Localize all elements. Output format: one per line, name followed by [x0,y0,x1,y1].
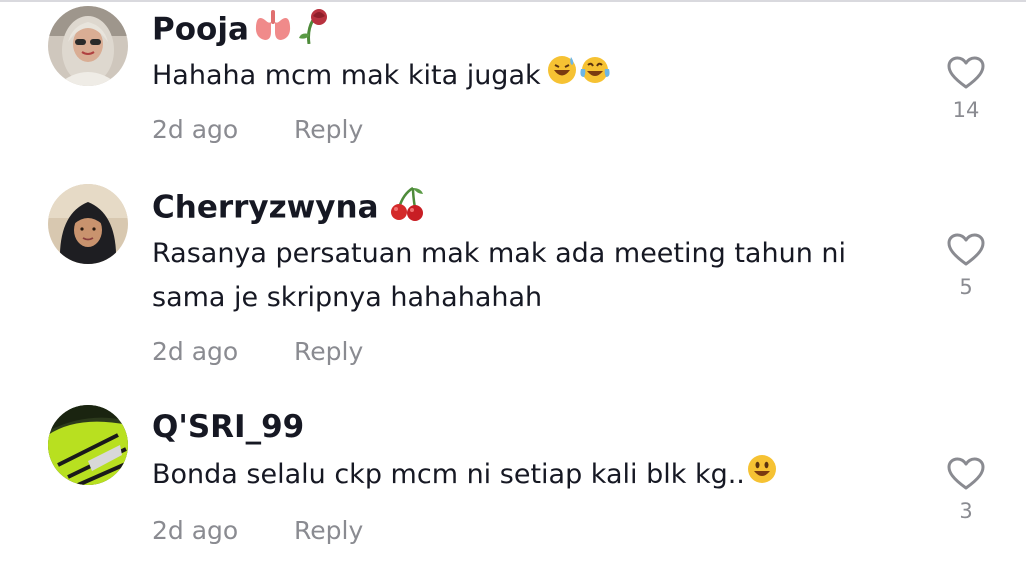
comment-text: Hahaha mcm mak kita jugak [152,54,872,99]
comment-text-content: Hahaha mcm mak kita jugak [152,60,541,91]
avatar[interactable] [48,405,128,485]
comment-meta: 2d ago Reply [152,515,363,547]
comment-text: Rasanya persatuan mak mak ada meeting ta… [152,232,872,320]
comment-item: Pooja Hahaha mcm mak kita jugak 2d ago R… [0,0,1026,170]
cherries-emoji-icon [389,186,425,232]
avatar[interactable] [48,6,128,86]
username[interactable]: Pooja [152,8,331,54]
like-count: 14 [952,98,980,122]
comment-item: Cherryzwyna Rasanya persatuan mak mak ad… [0,170,1026,395]
comment-text-content: Rasanya persatuan mak mak ada meeting ta… [152,238,846,313]
like-button[interactable]: 14 [940,56,992,122]
like-button[interactable]: 3 [940,457,992,523]
comment-text: Bonda selalu ckp mcm ni setiap kali blk … [152,453,872,498]
comment-text-content: Bonda selalu ckp mcm ni setiap kali blk … [152,459,745,490]
reply-button[interactable]: Reply [294,336,363,368]
comment-item: Q'SRI_99 Bonda selalu ckp mcm ni setiap … [0,395,1026,566]
tears-of-joy-emoji-icon [579,55,611,99]
reply-button[interactable]: Reply [294,515,363,547]
timestamp: 2d ago [152,516,239,545]
reply-button[interactable]: Reply [294,114,363,146]
grinning-sweat-emoji-icon [547,55,577,99]
comment-meta: 2d ago Reply [152,336,363,368]
heart-icon[interactable] [947,233,985,267]
username-text: Pooja [152,11,249,48]
comment-meta: 2d ago Reply [152,114,363,146]
username[interactable]: Cherryzwyna [152,186,425,232]
heart-icon[interactable] [947,56,985,90]
like-button[interactable]: 5 [940,233,992,299]
smiley-emoji-icon [747,454,777,498]
username-text: Q'SRI_99 [152,409,305,445]
timestamp: 2d ago [152,115,239,144]
timestamp: 2d ago [152,337,239,366]
wilted-rose-emoji-icon [297,8,331,54]
like-count: 3 [959,499,973,523]
like-count: 5 [959,275,973,299]
username[interactable]: Q'SRI_99 [152,407,304,447]
avatar[interactable] [48,184,128,264]
lungs-emoji-icon [253,10,293,52]
username-text: Cherryzwyna [152,189,379,226]
heart-icon[interactable] [947,457,985,491]
